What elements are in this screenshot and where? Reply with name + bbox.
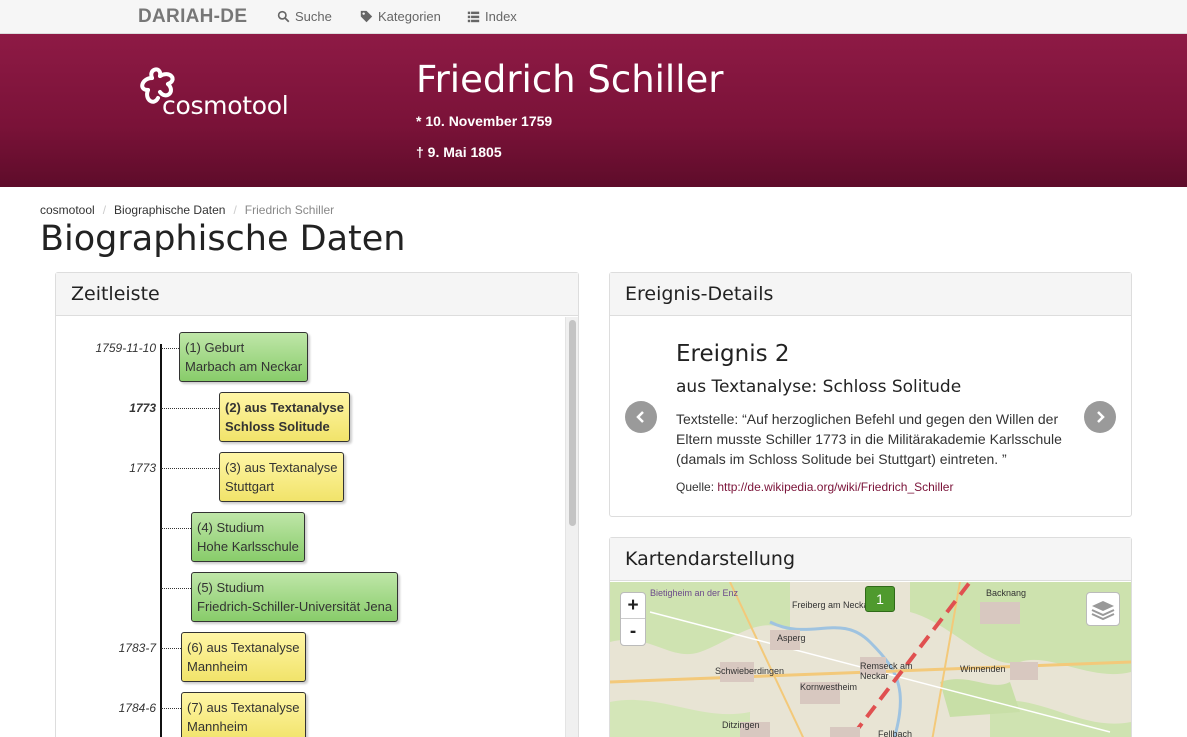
timeline-body[interactable]: 1759-11-10 (1) Geburt Marbach am Neckar … [56, 317, 578, 737]
timeline-event-2[interactable]: (2) aus Textanalyse Schloss Solitude [219, 392, 350, 442]
person-header: cosmotool Friedrich Schiller * 10. Novem… [0, 34, 1187, 187]
timeline-event-place: Friedrich-Schiller-Universität Jena [197, 599, 393, 614]
breadcrumb-separator: / [102, 203, 107, 217]
timeline-title: Zeitleiste [56, 273, 578, 316]
timeline-event-place: Schloss Solitude [225, 419, 330, 434]
zoom-out-button[interactable]: - [621, 619, 645, 645]
map-zoom-control: + - [620, 592, 646, 646]
timeline-connector [161, 708, 181, 709]
timeline-connector [161, 588, 191, 589]
nav-search[interactable]: Suche [277, 9, 332, 24]
nav-categories[interactable]: Kategorien [360, 9, 441, 24]
map-place-label: Remseck am Neckar [860, 661, 913, 681]
timeline-scrollbar[interactable] [565, 317, 578, 737]
event-details-panel: Ereignis-Details Ereignis 2 aus Textanal… [609, 272, 1132, 517]
timeline-event-6[interactable]: (6) aus Textanalyse Mannheim [181, 632, 306, 682]
map-place-label: Ditzingen [722, 720, 760, 730]
breadcrumb-current: Friedrich Schiller [244, 203, 335, 217]
timeline-event-label: (4) Studium [197, 520, 265, 535]
layers-icon [1091, 601, 1115, 621]
person-name: Friedrich Schiller [416, 58, 724, 101]
map-place-label: Bietigheim an der Enz [650, 588, 739, 598]
timeline-event-place: Marbach am Neckar [185, 359, 303, 374]
map-place-label: Schwieberdingen [715, 666, 785, 676]
event-source-link[interactable]: http://de.wikipedia.org/wiki/Friedrich_S… [717, 480, 953, 494]
timeline-event-label: (3) aus Textanalyse [225, 460, 338, 475]
top-navbar: DARIAH-DE Suche Kategorien Index [0, 0, 1187, 34]
event-details-title: Ereignis-Details [610, 273, 1131, 316]
map-place-label: Freiberg am Neckar [792, 600, 872, 610]
nav-search-label: Suche [295, 9, 332, 24]
timeline-connector [161, 408, 219, 409]
timeline-connector [161, 648, 181, 649]
timeline-date: 1784-6 [118, 701, 156, 715]
map-panel: Kartendarstellung Bietigheim an der Enz … [609, 537, 1132, 737]
timeline-event-place: Hohe Karlsschule [197, 539, 299, 554]
event-text: Textstelle: “Auf herzoglichen Befehl und… [676, 411, 1062, 467]
map-place-label: Kornwestheim [800, 682, 858, 692]
map-place-label: Fellbach [878, 729, 913, 737]
timeline-event-4[interactable]: (4) Studium Hohe Karlsschule [191, 512, 305, 562]
timeline-date: 1759-11-10 [95, 341, 157, 355]
timeline-event-place: Stuttgart [225, 479, 275, 494]
timeline-event-label: (1) Geburt [185, 340, 245, 355]
timeline-event-place: Mannheim [187, 719, 248, 734]
nav-index-label: Index [485, 9, 517, 24]
map-place-label: Backnang [986, 588, 1027, 598]
zoom-in-button[interactable]: + [621, 593, 645, 619]
next-event-button[interactable] [1084, 401, 1116, 433]
breadcrumb-separator: / [233, 203, 237, 217]
previous-event-button[interactable] [625, 401, 657, 433]
timeline-event-label: (6) aus Textanalyse [187, 640, 300, 655]
timeline-date: 1773 [129, 401, 156, 415]
map-place-label: Asperg [777, 633, 806, 643]
timeline-connector [161, 528, 191, 529]
timeline-date: 1773 [129, 461, 156, 475]
death-date: † 9. Mai 1805 [416, 144, 502, 160]
timeline-event-5[interactable]: (5) Studium Friedrich-Schiller-Universit… [191, 572, 399, 622]
timeline-event-place: Mannheim [187, 659, 248, 674]
map-title: Kartendarstellung [610, 538, 1131, 581]
nav-categories-label: Kategorien [378, 9, 441, 24]
tag-icon [360, 10, 373, 23]
timeline-event-7[interactable]: (7) aus Textanalyse Mannheim [181, 692, 306, 737]
timeline-event-1[interactable]: (1) Geburt Marbach am Neckar [179, 332, 309, 382]
timeline-date: 1783-7 [118, 641, 156, 655]
nav-index[interactable]: Index [467, 9, 517, 24]
event-source-label: Quelle: [676, 480, 715, 494]
event-title: Ereignis 2 [676, 341, 790, 367]
logo-text[interactable]: cosmotool [162, 91, 289, 120]
timeline-axis [160, 344, 162, 737]
list-icon [467, 11, 480, 23]
timeline-connector [161, 468, 219, 469]
timeline-event-label: (5) Studium [197, 580, 265, 595]
breadcrumb: cosmotool / Biographische Daten / Friedr… [40, 203, 334, 217]
map-layers-button[interactable] [1086, 592, 1120, 626]
chevron-right-icon [1097, 411, 1105, 423]
map-view[interactable]: Bietigheim an der Enz Freiberg am Neckar… [610, 582, 1131, 737]
breadcrumb-section[interactable]: Biographische Daten [114, 203, 225, 217]
timeline-event-label: (7) aus Textanalyse [187, 700, 300, 715]
birth-date: * 10. November 1759 [416, 113, 553, 129]
timeline-event-3[interactable]: (3) aus Textanalyse Stuttgart [219, 452, 344, 502]
search-icon [277, 10, 290, 23]
scrollbar-thumb[interactable] [569, 320, 576, 526]
event-subtitle: aus Textanalyse: Schloss Solitude [676, 377, 962, 397]
timeline-panel: Zeitleiste 1759-11-10 (1) Geburt Marbach… [55, 272, 579, 737]
timeline-event-label: (2) aus Textanalyse [225, 400, 344, 415]
breadcrumb-home[interactable]: cosmotool [40, 203, 95, 217]
timeline-connector [161, 348, 179, 349]
brand-link[interactable]: DARIAH-DE [138, 6, 247, 28]
page-title: Biographische Daten [40, 219, 406, 259]
chevron-left-icon [636, 411, 644, 423]
map-place-label: Winnenden [960, 664, 1006, 674]
map-cluster-marker[interactable]: 1 [865, 586, 895, 612]
event-source: Quelle: http://de.wikipedia.org/wiki/Fri… [676, 480, 953, 494]
